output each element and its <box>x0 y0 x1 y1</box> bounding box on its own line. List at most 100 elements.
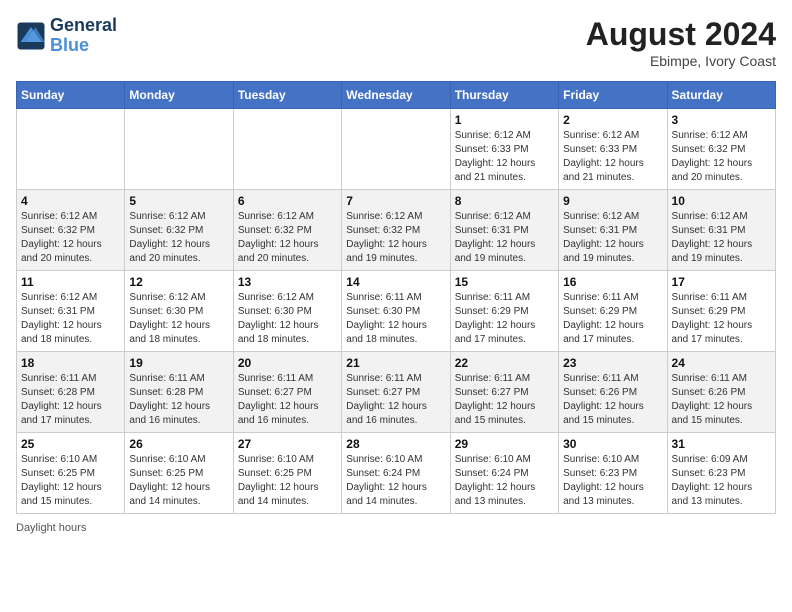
day-number: 4 <box>21 194 120 208</box>
logo-line2: Blue <box>50 36 117 56</box>
calendar-cell: 22 Sunrise: 6:11 AM Sunset: 6:27 PM Dayli… <box>450 352 558 433</box>
logo-icon <box>16 21 46 51</box>
day-number: 25 <box>21 437 120 451</box>
calendar-cell: 19 Sunrise: 6:11 AM Sunset: 6:28 PM Dayli… <box>125 352 233 433</box>
day-number: 14 <box>346 275 445 289</box>
calendar-cell: 14Sunrise: 6:11 AM Sunset: 6:30 PM Dayli… <box>342 271 450 352</box>
day-number: 9 <box>563 194 662 208</box>
day-info: Sunrise: 6:09 AM Sunset: 6:23 PM Dayligh… <box>672 453 771 509</box>
logo-line1: General <box>50 16 117 36</box>
calendar-cell <box>125 109 233 190</box>
logo-text: General Blue <box>50 16 117 56</box>
day-info: Sunrise: 6:12 AM Sunset: 6:32 PM Dayligh… <box>346 210 445 266</box>
calendar-cell: 31 Sunrise: 6:09 AM Sunset: 6:23 PM Dayli… <box>667 433 775 514</box>
calendar-week-row: 25 Sunrise: 6:10 AM Sunset: 6:25 PM Dayli… <box>17 433 776 514</box>
calendar-table: SundayMondayTuesdayWednesdayThursdayFrid… <box>16 81 776 514</box>
day-number: 20 <box>238 356 337 370</box>
day-info: Sunrise: 6:11 AM Sunset: 6:29 PM Dayligh… <box>455 291 554 347</box>
weekday-header: Tuesday <box>233 82 341 109</box>
calendar-body: 1 Sunrise: 6:12 AM Sunset: 6:33 PM Daylig… <box>17 109 776 514</box>
day-info: Sunrise: 6:11 AM Sunset: 6:27 PM Dayligh… <box>238 372 337 428</box>
calendar-cell: 1 Sunrise: 6:12 AM Sunset: 6:33 PM Daylig… <box>450 109 558 190</box>
day-number: 26 <box>129 437 228 451</box>
day-info: Sunrise: 6:11 AM Sunset: 6:28 PM Dayligh… <box>21 372 120 428</box>
title-block: August 2024 Ebimpe, Ivory Coast <box>586 16 776 69</box>
day-info: Sunrise: 6:10 AM Sunset: 6:23 PM Dayligh… <box>563 453 662 509</box>
weekday-header: Friday <box>559 82 667 109</box>
weekday-header: Wednesday <box>342 82 450 109</box>
day-number: 21 <box>346 356 445 370</box>
day-number: 29 <box>455 437 554 451</box>
daylight-label: Daylight hours <box>16 522 86 534</box>
calendar-cell: 29 Sunrise: 6:10 AM Sunset: 6:24 PM Dayli… <box>450 433 558 514</box>
location: Ebimpe, Ivory Coast <box>586 53 776 69</box>
calendar-cell: 3 Sunrise: 6:12 AM Sunset: 6:32 PM Daylig… <box>667 109 775 190</box>
day-number: 12 <box>129 275 228 289</box>
day-info: Sunrise: 6:12 AM Sunset: 6:31 PM Dayligh… <box>21 291 120 347</box>
page-header: General Blue August 2024 Ebimpe, Ivory C… <box>16 16 776 69</box>
day-number: 6 <box>238 194 337 208</box>
day-info: Sunrise: 6:12 AM Sunset: 6:32 PM Dayligh… <box>672 129 771 185</box>
day-number: 19 <box>129 356 228 370</box>
day-info: Sunrise: 6:12 AM Sunset: 6:32 PM Dayligh… <box>238 210 337 266</box>
calendar-cell: 25 Sunrise: 6:10 AM Sunset: 6:25 PM Dayli… <box>17 433 125 514</box>
calendar-cell: 5Sunrise: 6:12 AM Sunset: 6:32 PM Daylig… <box>125 190 233 271</box>
month-year: August 2024 <box>586 16 776 53</box>
calendar-cell: 7Sunrise: 6:12 AM Sunset: 6:32 PM Daylig… <box>342 190 450 271</box>
day-number: 24 <box>672 356 771 370</box>
day-number: 18 <box>21 356 120 370</box>
calendar-cell: 18 Sunrise: 6:11 AM Sunset: 6:28 PM Dayli… <box>17 352 125 433</box>
day-info: Sunrise: 6:11 AM Sunset: 6:29 PM Dayligh… <box>563 291 662 347</box>
day-info: Sunrise: 6:12 AM Sunset: 6:31 PM Dayligh… <box>563 210 662 266</box>
calendar-cell: 15 Sunrise: 6:11 AM Sunset: 6:29 PM Dayli… <box>450 271 558 352</box>
day-number: 10 <box>672 194 771 208</box>
calendar-cell: 28 Sunrise: 6:10 AM Sunset: 6:24 PM Dayli… <box>342 433 450 514</box>
weekday-header: Saturday <box>667 82 775 109</box>
day-number: 28 <box>346 437 445 451</box>
day-number: 22 <box>455 356 554 370</box>
day-info: Sunrise: 6:11 AM Sunset: 6:27 PM Dayligh… <box>346 372 445 428</box>
calendar-cell: 21 Sunrise: 6:11 AM Sunset: 6:27 PM Dayli… <box>342 352 450 433</box>
day-info: Sunrise: 6:12 AM Sunset: 6:32 PM Dayligh… <box>21 210 120 266</box>
weekday-row: SundayMondayTuesdayWednesdayThursdayFrid… <box>17 82 776 109</box>
day-number: 23 <box>563 356 662 370</box>
day-info: Sunrise: 6:10 AM Sunset: 6:24 PM Dayligh… <box>455 453 554 509</box>
calendar-week-row: 4 Sunrise: 6:12 AM Sunset: 6:32 PM Daylig… <box>17 190 776 271</box>
day-info: Sunrise: 6:12 AM Sunset: 6:31 PM Dayligh… <box>672 210 771 266</box>
day-info: Sunrise: 6:11 AM Sunset: 6:26 PM Dayligh… <box>672 372 771 428</box>
day-info: Sunrise: 6:12 AM Sunset: 6:30 PM Dayligh… <box>129 291 228 347</box>
day-info: Sunrise: 6:11 AM Sunset: 6:27 PM Dayligh… <box>455 372 554 428</box>
day-info: Sunrise: 6:10 AM Sunset: 6:25 PM Dayligh… <box>238 453 337 509</box>
day-number: 3 <box>672 113 771 127</box>
calendar-cell: 11 Sunrise: 6:12 AM Sunset: 6:31 PM Dayli… <box>17 271 125 352</box>
day-info: Sunrise: 6:12 AM Sunset: 6:30 PM Dayligh… <box>238 291 337 347</box>
day-number: 31 <box>672 437 771 451</box>
calendar-cell: 26 Sunrise: 6:10 AM Sunset: 6:25 PM Dayli… <box>125 433 233 514</box>
day-number: 11 <box>21 275 120 289</box>
day-info: Sunrise: 6:12 AM Sunset: 6:33 PM Dayligh… <box>563 129 662 185</box>
day-number: 15 <box>455 275 554 289</box>
day-number: 1 <box>455 113 554 127</box>
calendar-cell: 9 Sunrise: 6:12 AM Sunset: 6:31 PM Daylig… <box>559 190 667 271</box>
calendar-cell: 12 Sunrise: 6:12 AM Sunset: 6:30 PM Dayli… <box>125 271 233 352</box>
calendar-cell <box>17 109 125 190</box>
footer: Daylight hours <box>16 522 776 534</box>
calendar-cell: 16 Sunrise: 6:11 AM Sunset: 6:29 PM Dayli… <box>559 271 667 352</box>
day-info: Sunrise: 6:12 AM Sunset: 6:33 PM Dayligh… <box>455 129 554 185</box>
day-info: Sunrise: 6:10 AM Sunset: 6:25 PM Dayligh… <box>21 453 120 509</box>
calendar-cell: 13 Sunrise: 6:12 AM Sunset: 6:30 PM Dayli… <box>233 271 341 352</box>
day-info: Sunrise: 6:11 AM Sunset: 6:28 PM Dayligh… <box>129 372 228 428</box>
calendar-cell: 10 Sunrise: 6:12 AM Sunset: 6:31 PM Dayli… <box>667 190 775 271</box>
calendar-cell: 8Sunrise: 6:12 AM Sunset: 6:31 PM Daylig… <box>450 190 558 271</box>
calendar-week-row: 11 Sunrise: 6:12 AM Sunset: 6:31 PM Dayli… <box>17 271 776 352</box>
day-info: Sunrise: 6:10 AM Sunset: 6:25 PM Dayligh… <box>129 453 228 509</box>
day-info: Sunrise: 6:10 AM Sunset: 6:24 PM Dayligh… <box>346 453 445 509</box>
day-number: 16 <box>563 275 662 289</box>
day-number: 17 <box>672 275 771 289</box>
day-number: 13 <box>238 275 337 289</box>
logo: General Blue <box>16 16 117 56</box>
calendar-cell: 17Sunrise: 6:11 AM Sunset: 6:29 PM Dayli… <box>667 271 775 352</box>
calendar-cell: 6 Sunrise: 6:12 AM Sunset: 6:32 PM Daylig… <box>233 190 341 271</box>
calendar-header: SundayMondayTuesdayWednesdayThursdayFrid… <box>17 82 776 109</box>
day-number: 2 <box>563 113 662 127</box>
